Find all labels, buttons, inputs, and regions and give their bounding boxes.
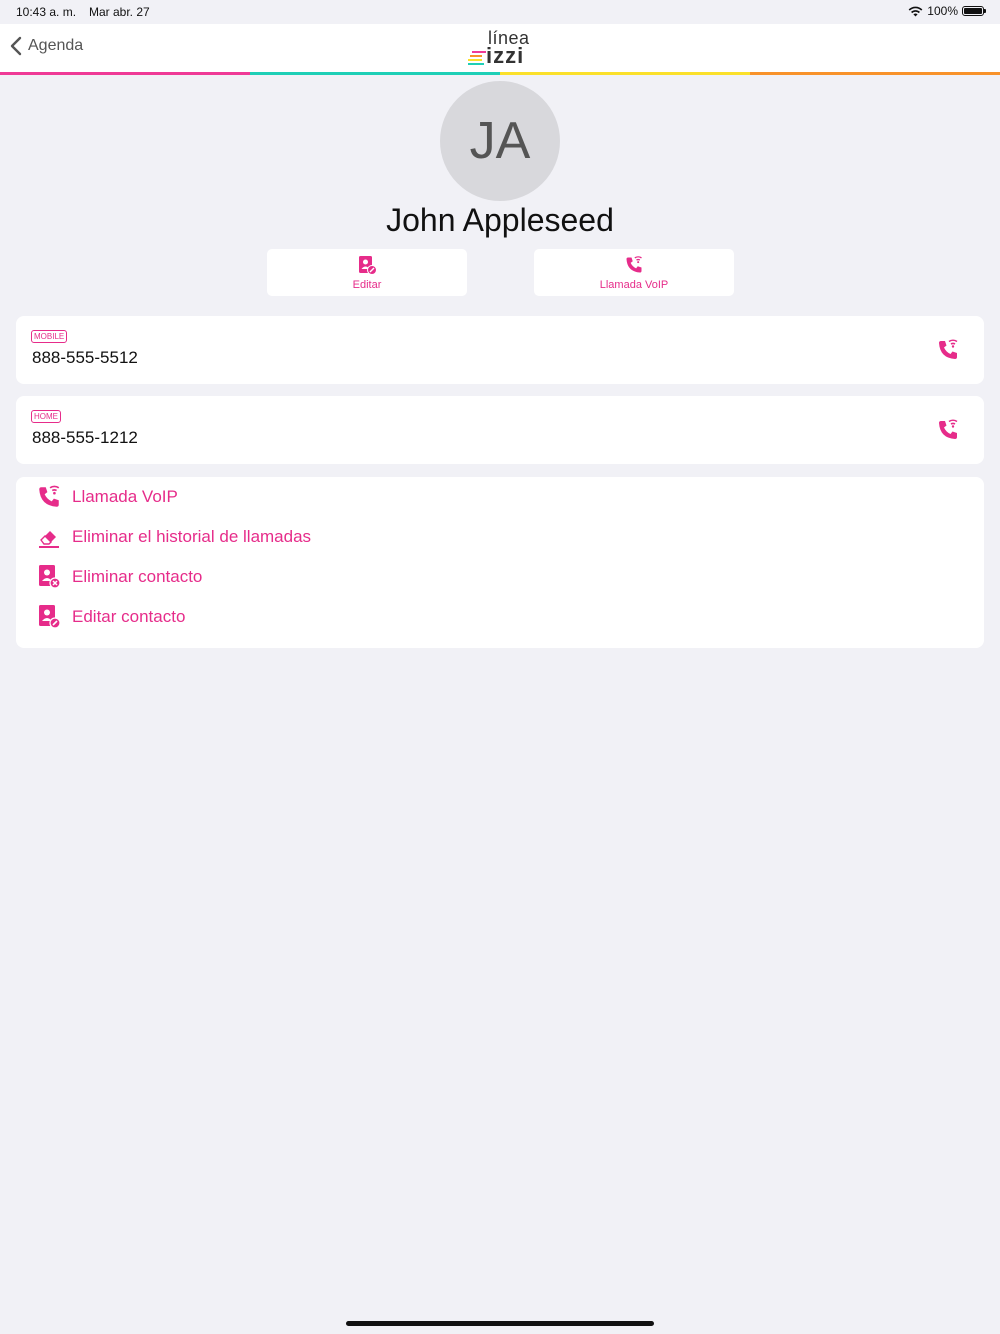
contact-name: John Appleseed	[386, 202, 614, 238]
delete-contact-icon	[39, 565, 61, 589]
eraser-icon	[39, 531, 59, 548]
voip-call-icon	[939, 339, 958, 359]
voip-call-icon	[626, 255, 642, 272]
avatar: JA	[440, 81, 560, 201]
avatar-initials: JA	[469, 112, 531, 170]
status-indicators: 100%	[908, 4, 986, 18]
phone-entry-mobile[interactable]: MOBILE 888-555-5512	[16, 316, 984, 384]
call-home-button[interactable]	[936, 418, 960, 447]
option-clear-call-history[interactable]: Eliminar el historial de llamadas	[36, 522, 311, 552]
logo-stripes	[468, 51, 486, 67]
option-voip-call[interactable]: Llamada VoIP	[36, 482, 178, 512]
battery-icon	[962, 6, 986, 16]
edit-button-label: Editar	[352, 278, 382, 291]
home-indicator[interactable]	[346, 1321, 654, 1326]
option-delete-contact[interactable]: Eliminar contacto	[36, 562, 202, 592]
status-date: Mar abr. 27	[89, 5, 150, 19]
navigation-bar: Agenda línea izzi	[0, 24, 1000, 72]
status-time: 10:43 a. m.	[16, 5, 77, 19]
call-mobile-button[interactable]	[936, 338, 960, 367]
phone-entry-home[interactable]: HOME 888-555-1212	[16, 396, 984, 464]
logo-bottom-text: izzi	[486, 43, 525, 68]
edit-contact-icon	[359, 255, 377, 275]
option-edit-contact[interactable]: Editar contacto	[36, 602, 185, 632]
voip-call-icon	[939, 419, 958, 439]
phone-number: 888-555-5512	[32, 348, 138, 367]
option-label: Llamada VoIP	[72, 487, 178, 506]
battery-percent: 100%	[927, 4, 958, 18]
wifi-icon	[908, 6, 923, 16]
phone-type-badge: HOME	[31, 410, 61, 423]
status-bar: 10:43 a. m. Mar abr. 27 100%	[0, 0, 1000, 24]
back-button[interactable]: Agenda	[10, 36, 83, 56]
phone-number: 888-555-1212	[32, 428, 138, 447]
brand-color-bar	[0, 72, 1000, 75]
option-label: Eliminar contacto	[72, 567, 203, 586]
chevron-left-icon	[10, 36, 22, 56]
back-label: Agenda	[28, 37, 84, 54]
linea-izzi-logo: línea izzi	[468, 28, 534, 68]
option-label: Editar contacto	[72, 607, 186, 626]
voip-call-button[interactable]: Llamada VoIP	[534, 249, 734, 296]
voip-call-icon	[39, 485, 60, 507]
edit-contact-icon	[39, 605, 61, 629]
option-label: Eliminar el historial de llamadas	[72, 527, 312, 546]
phone-type-badge: MOBILE	[31, 330, 68, 343]
voip-call-button-label: Llamada VoIP	[599, 278, 669, 291]
edit-button[interactable]: Editar	[267, 249, 467, 296]
contact-options-list: Llamada VoIP Eliminar el historial de ll…	[16, 477, 984, 648]
